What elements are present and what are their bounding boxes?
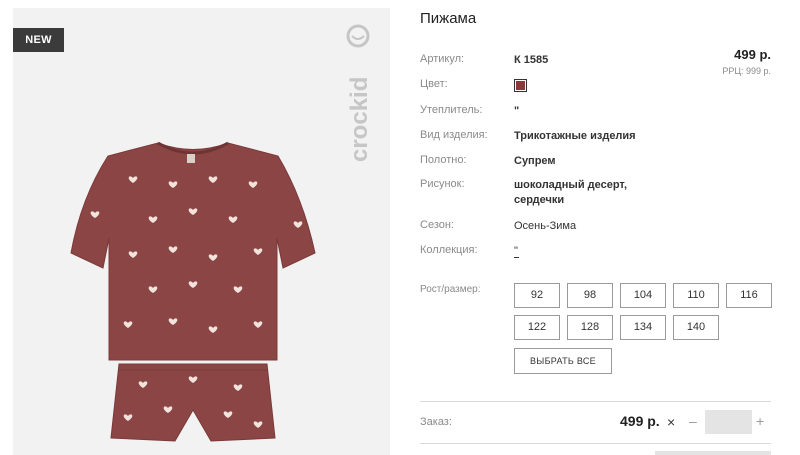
brand-logo: crockid [346, 24, 373, 162]
pattern-label: Рисунок: [420, 178, 465, 190]
divider [420, 401, 771, 402]
collection-value[interactable]: " [514, 244, 519, 258]
size-option[interactable]: 104 [620, 283, 666, 308]
color-swatch[interactable] [514, 79, 527, 92]
add-to-cart-button[interactable] [655, 451, 771, 455]
fabric-label: Полотно: [420, 154, 467, 166]
order-label: Заказ: [420, 416, 452, 428]
fabric-value: Супрем [514, 155, 556, 167]
insulation-label: Утеплитель: [420, 104, 483, 116]
product-title: Пижама [420, 10, 477, 27]
order-price: 499 р. [620, 413, 660, 429]
product-photo[interactable]: NEW crockid [13, 8, 390, 455]
size-option[interactable]: 116 [726, 283, 772, 308]
size-option[interactable]: 110 [673, 283, 719, 308]
size-option[interactable]: 98 [567, 283, 613, 308]
size-option[interactable]: 92 [514, 283, 560, 308]
quantity-input[interactable] [705, 410, 752, 434]
type-value: Трикотажные изделия [514, 130, 636, 142]
product-price: 499 р. [734, 47, 771, 62]
size-option[interactable]: 134 [620, 315, 666, 340]
recommended-price: РРЦ: 999 р. [722, 66, 771, 76]
brand-logo-text: crockid [346, 77, 373, 162]
insulation-value: " [514, 105, 520, 117]
decrease-quantity-button[interactable]: – [689, 413, 697, 429]
divider [420, 443, 771, 444]
size-label: Рост/размер: [420, 284, 481, 295]
increase-quantity-button[interactable]: + [756, 413, 764, 429]
season-label: Сезон: [420, 219, 454, 231]
season-value: Осень-Зима [514, 220, 577, 232]
article-value: К 1585 [514, 54, 549, 66]
size-option[interactable]: 140 [673, 315, 719, 340]
clear-order-icon[interactable]: × [667, 414, 675, 430]
size-option[interactable]: 128 [567, 315, 613, 340]
type-label: Вид изделия: [420, 129, 488, 141]
article-label: Артикул: [420, 53, 465, 65]
collection-label: Коллекция: [420, 244, 478, 256]
select-all-button[interactable]: ВЫБРАТЬ ВСЕ [514, 348, 612, 374]
size-options: 92 98 104 110 116 122 128 134 140 [514, 283, 774, 340]
color-swatch-fill [516, 81, 525, 90]
pattern-value: шоколадный десерт, сердечки [514, 179, 628, 206]
pajama-image [70, 141, 316, 442]
size-option[interactable]: 122 [514, 315, 560, 340]
color-label: Цвет: [420, 78, 448, 90]
new-badge: NEW [13, 28, 64, 52]
